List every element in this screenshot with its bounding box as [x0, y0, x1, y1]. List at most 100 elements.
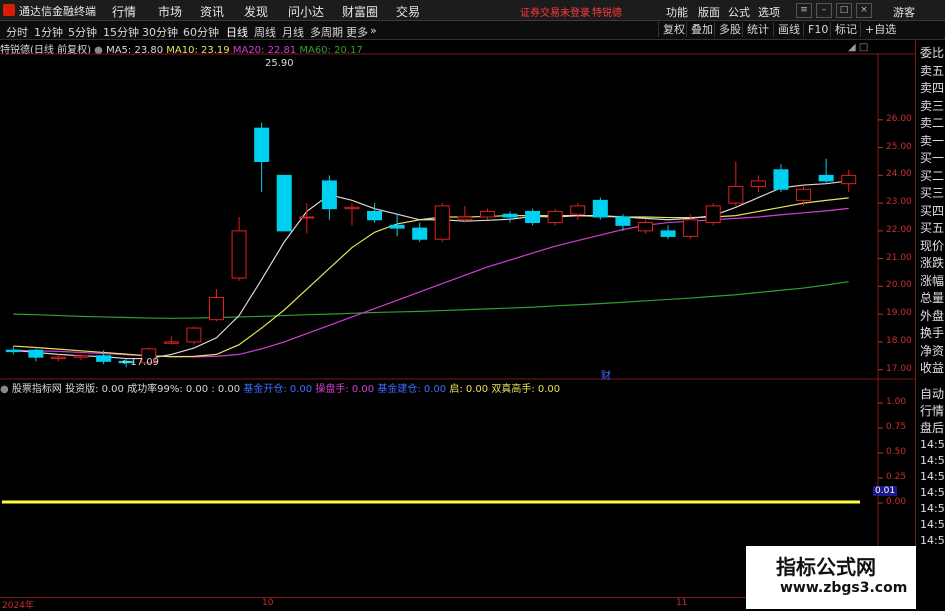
ma-lines [13, 180, 849, 360]
candle-body [367, 210, 383, 221]
price-tick-label: 18.00 [886, 335, 912, 346]
candle-body [73, 355, 89, 358]
side-panel-item[interactable]: 现价 [920, 237, 944, 254]
candle-body [841, 174, 857, 185]
candle-body [570, 205, 586, 215]
date-label-2024: 2024年 [2, 601, 34, 611]
kline-chart[interactable] [0, 0, 945, 609]
side-panel-time: 14:50 [920, 454, 945, 467]
candle-body [209, 297, 224, 321]
candle-body [434, 205, 450, 240]
side-panel-item[interactable]: 卖五 [920, 62, 944, 79]
side-panel-item[interactable]: 换手 [920, 324, 944, 341]
candle-body [5, 349, 21, 353]
candle-body [547, 210, 563, 224]
candle-body [344, 206, 360, 210]
side-panel-item[interactable]: 净资 [920, 342, 944, 359]
candle-body [412, 227, 428, 240]
candle-body [299, 216, 315, 219]
watermark-title: 指标公式网 [776, 555, 876, 579]
side-panel-time: 14:50 [920, 486, 945, 499]
candle-body [592, 199, 608, 218]
high-price-label: 25.90 [265, 58, 294, 69]
candle-body [773, 169, 789, 190]
side-panel-time: 14:50 [920, 470, 945, 483]
side-panel-item[interactable]: 买一 [920, 149, 944, 166]
ma20-line [13, 207, 849, 358]
candle-body [163, 341, 179, 344]
price-tick-label: 19.00 [886, 308, 912, 319]
side-panel-lower-item[interactable]: 盘后 [920, 419, 944, 436]
side-panel-item[interactable]: 买二 [920, 167, 944, 184]
side-panel-item[interactable]: 买五 [920, 219, 944, 236]
candle-body [683, 219, 699, 237]
indicator-item: 双真高手: 0.00 [488, 384, 561, 395]
ma10-line [13, 197, 849, 358]
date-axis [0, 597, 870, 610]
candle-body [525, 210, 541, 224]
candle-body [479, 210, 495, 218]
side-panel-time: 14:50 [920, 502, 945, 515]
candle-body [276, 174, 292, 232]
price-tick-label: 25.00 [886, 141, 912, 152]
side-panel-item[interactable]: 收益 [920, 359, 944, 376]
side-panel-item[interactable]: 卖四 [920, 79, 944, 96]
price-tick-label: 24.00 [886, 169, 912, 180]
date-label-oct: 10 [262, 598, 274, 608]
candle-body [50, 356, 66, 360]
low-price-value: 17.09 [130, 357, 160, 368]
low-price-label: ←17.09 [122, 357, 160, 368]
price-tick-label: 20.00 [886, 280, 912, 291]
indicator-settings-icon[interactable]: ● [0, 384, 12, 395]
side-panel-time: 14:50 [920, 534, 945, 547]
indicator-item: 操盘手: 0.00 [312, 384, 375, 395]
candle-body [750, 180, 766, 187]
side-panel-item[interactable]: 卖三 [920, 97, 944, 114]
price-tick-label: 17.00 [886, 363, 912, 374]
indicator-item: 基金建仓: 0.00 [374, 384, 447, 395]
side-panel-lower-item[interactable]: 行情 [920, 402, 944, 419]
date-label-nov: 11 [676, 598, 688, 608]
side-panel-item[interactable]: 买三 [920, 184, 944, 201]
indicator-item: : 0.00 [208, 384, 241, 395]
indicator-tick-label: 0.25 [886, 472, 907, 482]
side-panel-time: 14:50 [920, 518, 945, 531]
candle-body [728, 185, 744, 204]
indicator-tick-label: 0.75 [886, 422, 907, 432]
candle-body [321, 180, 337, 210]
finance-mark[interactable]: 财 [601, 367, 611, 382]
indicator-tick-label: 0.50 [886, 447, 907, 457]
candle-body [705, 205, 721, 224]
side-panel-item[interactable]: 买四 [920, 202, 944, 219]
side-panel-item[interactable]: 外盘 [920, 307, 944, 324]
indicator-item: 基金开仓: 0.00 [240, 384, 313, 395]
indicator-item: 投资版: 0.00 [65, 384, 124, 395]
side-panel-item[interactable]: 总量 [920, 289, 944, 306]
side-panel-item[interactable]: 卖一 [920, 132, 944, 149]
indicator-tick-label: 1.00 [886, 397, 907, 407]
candle-body [457, 216, 473, 221]
indicator-item: 成功率99%: 0.00 [123, 384, 209, 395]
candle-body [796, 188, 812, 201]
price-tick-label: 23.00 [886, 197, 912, 208]
side-panel-item[interactable]: 委比 [920, 44, 944, 61]
side-panel-item[interactable]: 卖二 [920, 114, 944, 131]
candle-body [186, 327, 202, 343]
indicator-item: 启: 0.00 [446, 384, 489, 395]
side-panel-time: 14:50 [920, 438, 945, 451]
price-tick-label: 21.00 [886, 252, 912, 263]
watermark-url: www.zbgs3.com [780, 580, 908, 596]
candle-body [818, 174, 834, 182]
candle-body [502, 213, 518, 218]
indicator-panel [2, 402, 883, 504]
ma5-line [13, 180, 849, 360]
indicator-name: 股票指标网 [11, 384, 62, 395]
candle-body [28, 349, 44, 358]
price-tick-label: 22.00 [886, 224, 912, 235]
side-panel-item[interactable]: 涨跌 [920, 254, 944, 271]
candle-body [96, 355, 112, 362]
indicator-tick-label: 0.00 [886, 497, 907, 507]
side-panel-item[interactable]: 涨幅 [920, 272, 944, 289]
side-panel-lower-item[interactable]: 自动 [920, 385, 944, 402]
indicator-info-line: ● 股票指标网 投资版: 0.00 成功率99%: 0.00 : 0.00 基金… [0, 380, 561, 395]
